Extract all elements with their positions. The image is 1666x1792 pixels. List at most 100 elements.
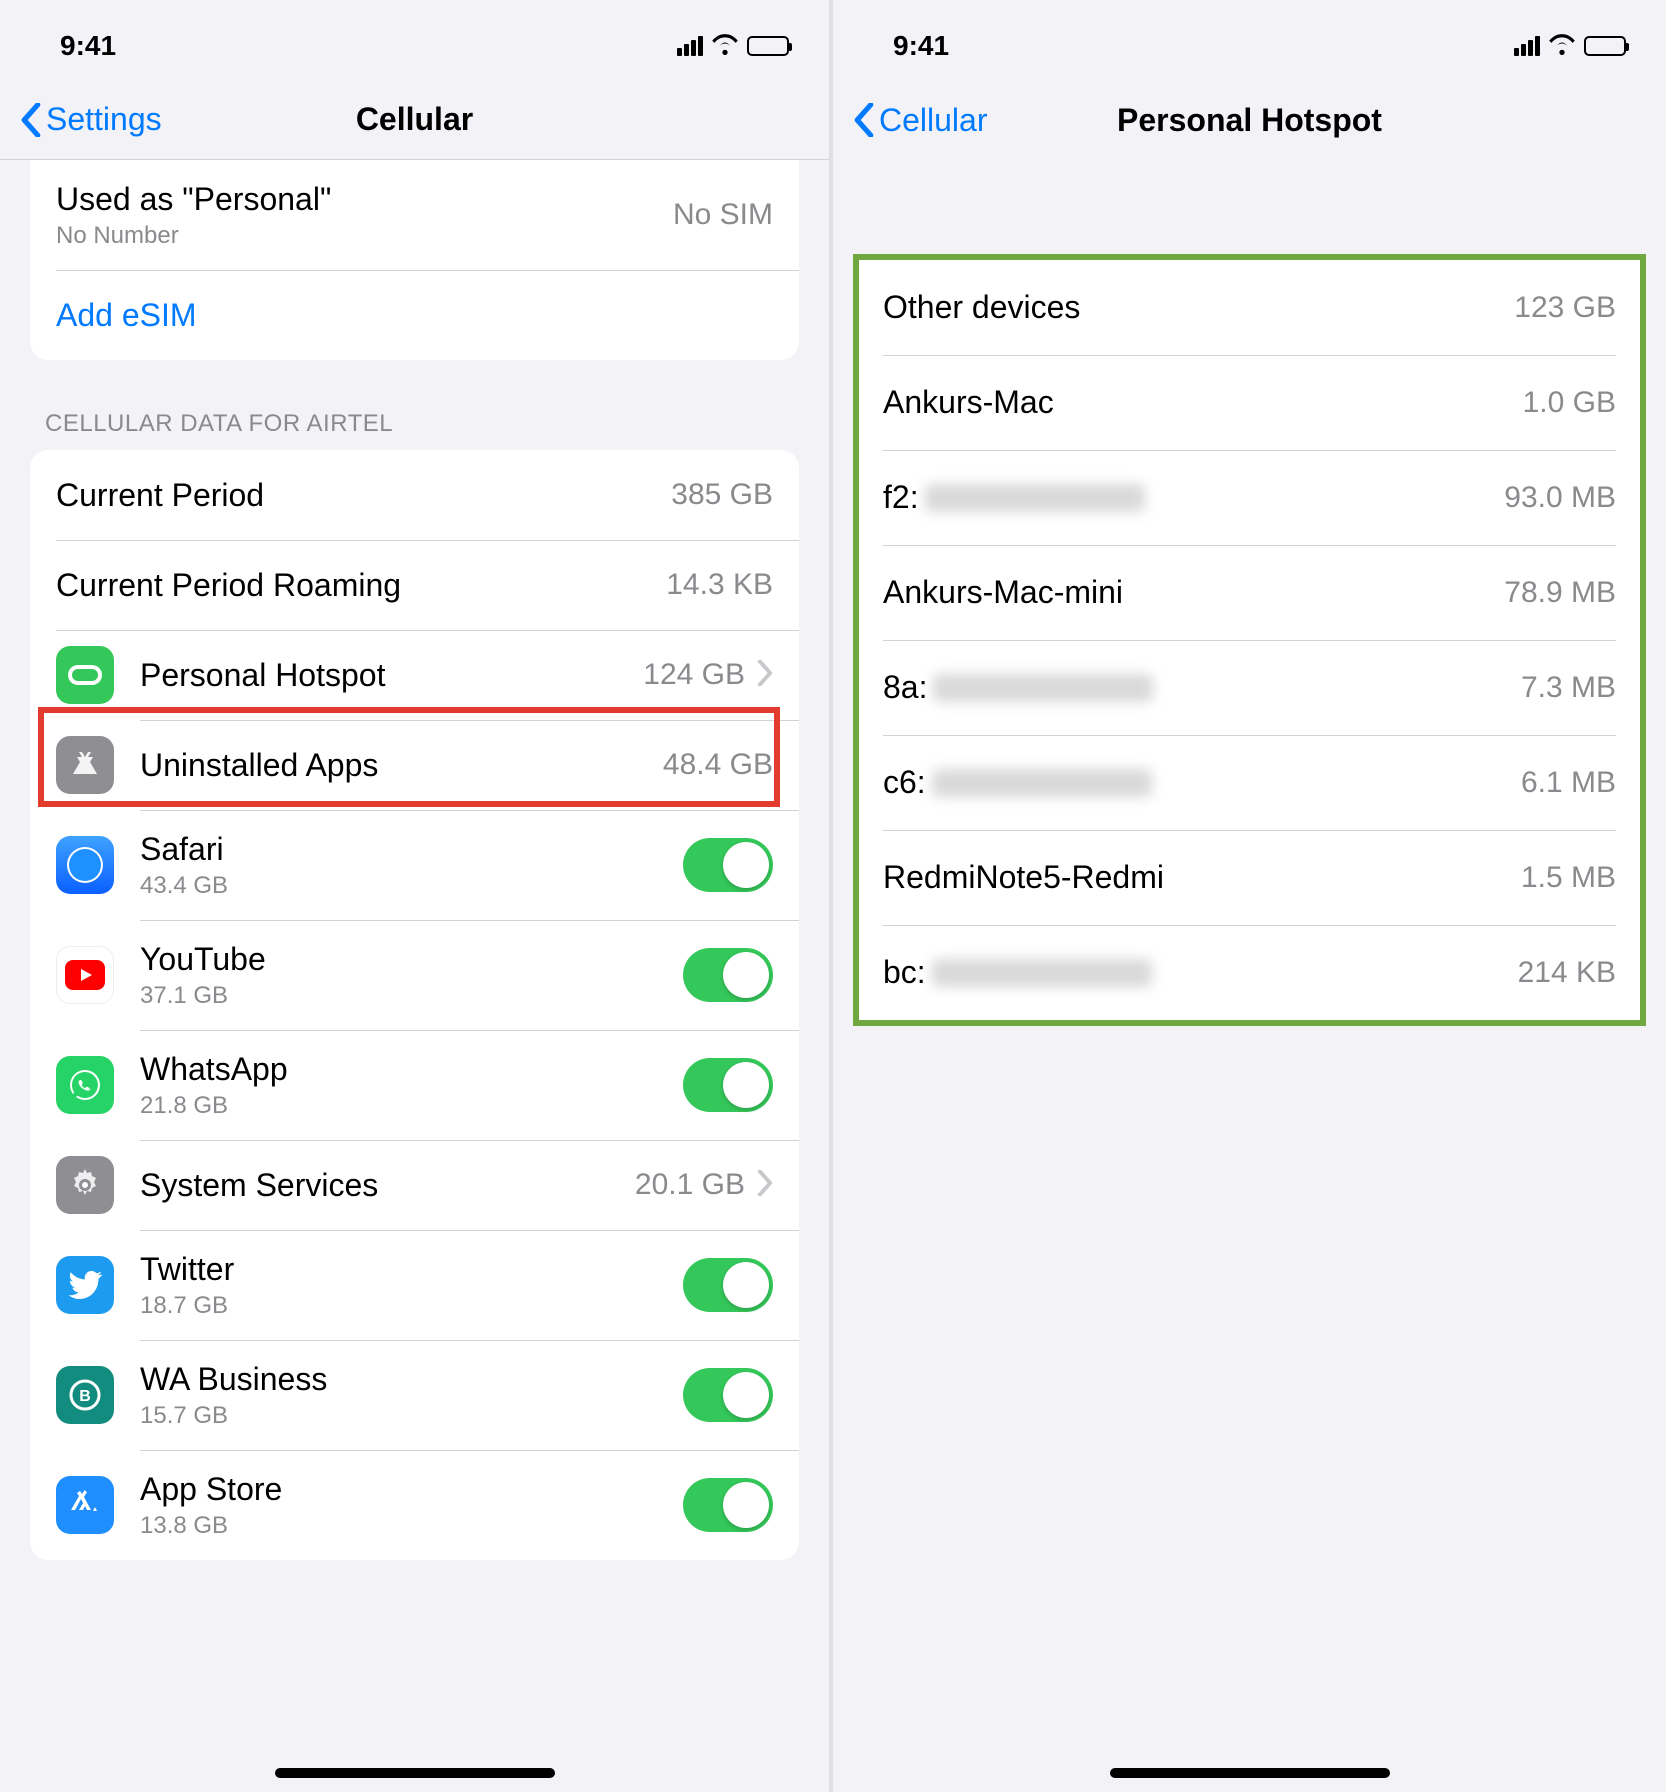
- personal-hotspot-icon: [56, 646, 114, 704]
- hotspot-devices-list: Other devices123 GBAnkurs-Mac1.0 GBf2:93…: [853, 260, 1646, 1020]
- status-time: 9:41: [893, 30, 949, 62]
- device-row[interactable]: 8a:7.3 MB: [853, 640, 1646, 735]
- add-esim-label: Add eSIM: [56, 297, 197, 334]
- row-value: 385 GB: [671, 478, 773, 512]
- redacted-text: [932, 959, 1152, 987]
- personal-hotspot-screen: 9:41 Cellular Personal Hotspot Other dev…: [833, 0, 1666, 1792]
- chevron-right-icon: [757, 660, 773, 691]
- back-label: Cellular: [879, 102, 987, 139]
- app-store-row[interactable]: App Store 13.8 GB: [30, 1450, 799, 1560]
- add-esim-button[interactable]: Add eSIM: [30, 270, 799, 360]
- device-row[interactable]: f2:93.0 MB: [853, 450, 1646, 545]
- chevron-left-icon: [853, 103, 875, 137]
- row-sub: 15.7 GB: [140, 1402, 683, 1430]
- device-name: c6:: [883, 764, 1521, 801]
- svg-text:B: B: [79, 1388, 91, 1405]
- sim-status: No SIM: [673, 198, 773, 232]
- page-title: Cellular: [356, 101, 473, 138]
- twitter-row[interactable]: Twitter 18.7 GB: [30, 1230, 799, 1340]
- safari-row[interactable]: Safari 43.4 GB: [30, 810, 799, 920]
- device-name: 8a:: [883, 669, 1521, 706]
- cellular-signal-icon: [1514, 36, 1540, 56]
- back-button[interactable]: Cellular: [853, 102, 987, 139]
- whatsapp-icon: [56, 1056, 114, 1114]
- row-value: 14.3 KB: [666, 568, 773, 602]
- status-time: 9:41: [60, 30, 116, 62]
- sim-row[interactable]: Used as "Personal" No Number No SIM: [30, 160, 799, 270]
- data-usage-list: Current Period 385 GB Current Period Roa…: [30, 450, 799, 1560]
- safari-icon: [56, 836, 114, 894]
- system-services-row[interactable]: System Services 20.1 GB: [30, 1140, 799, 1230]
- gear-icon: [56, 1156, 114, 1214]
- row-sub: 43.4 GB: [140, 872, 683, 900]
- nav-bar: Cellular Personal Hotspot: [833, 80, 1666, 160]
- home-indicator[interactable]: [1110, 1768, 1390, 1778]
- chevron-right-icon: [757, 1170, 773, 1201]
- row-label: Current Period Roaming: [56, 567, 401, 604]
- safari-toggle[interactable]: [683, 838, 773, 892]
- status-indicators: [1514, 30, 1626, 62]
- row-sub: 37.1 GB: [140, 982, 683, 1010]
- section-header: CELLULAR DATA FOR AIRTEL: [0, 360, 829, 450]
- row-label: WA Business: [140, 1361, 683, 1398]
- device-value: 1.5 MB: [1521, 861, 1616, 895]
- youtube-toggle[interactable]: [683, 948, 773, 1002]
- wa-business-row[interactable]: B WA Business 15.7 GB: [30, 1340, 799, 1450]
- device-row[interactable]: Ankurs-Mac1.0 GB: [853, 355, 1646, 450]
- wa-business-toggle[interactable]: [683, 1368, 773, 1422]
- row-value: 48.4 GB: [663, 748, 773, 782]
- app-store-toggle[interactable]: [683, 1478, 773, 1532]
- row-label: Uninstalled Apps: [140, 747, 378, 784]
- row-sub: 21.8 GB: [140, 1092, 683, 1120]
- whatsapp-row[interactable]: WhatsApp 21.8 GB: [30, 1030, 799, 1140]
- device-name: RedmiNote5-Redmi: [883, 859, 1521, 896]
- current-period-roaming-row[interactable]: Current Period Roaming 14.3 KB: [30, 540, 799, 630]
- personal-hotspot-row[interactable]: Personal Hotspot 124 GB: [30, 630, 799, 720]
- page-title: Personal Hotspot: [1117, 102, 1382, 139]
- status-bar: 9:41: [833, 0, 1666, 80]
- whatsapp-business-icon: B: [56, 1366, 114, 1424]
- sim-no-number: No Number: [56, 222, 673, 250]
- redacted-text: [933, 674, 1153, 702]
- back-button[interactable]: Settings: [20, 101, 162, 138]
- sim-group: Used as "Personal" No Number No SIM Add …: [30, 160, 799, 360]
- device-row[interactable]: Ankurs-Mac-mini78.9 MB: [853, 545, 1646, 640]
- row-value: 124 GB: [643, 658, 745, 692]
- cellular-settings-screen: 9:41 Settings Cellular Used as "Personal…: [0, 0, 833, 1792]
- whatsapp-toggle[interactable]: [683, 1058, 773, 1112]
- back-label: Settings: [46, 101, 162, 138]
- battery-icon: [747, 36, 789, 56]
- row-label: App Store: [140, 1471, 683, 1508]
- device-row[interactable]: RedmiNote5-Redmi1.5 MB: [853, 830, 1646, 925]
- home-indicator[interactable]: [275, 1768, 555, 1778]
- row-sub: 13.8 GB: [140, 1512, 683, 1540]
- device-name: f2:: [883, 479, 1504, 516]
- uninstalled-apps-icon: [56, 736, 114, 794]
- status-indicators: [677, 30, 789, 62]
- status-bar: 9:41: [0, 0, 829, 80]
- wifi-icon: [711, 30, 739, 62]
- row-label: Safari: [140, 831, 683, 868]
- battery-icon: [1584, 36, 1626, 56]
- app-store-icon: [56, 1476, 114, 1534]
- device-row[interactable]: bc:214 KB: [853, 925, 1646, 1020]
- youtube-row[interactable]: YouTube 37.1 GB: [30, 920, 799, 1030]
- device-name: Ankurs-Mac: [883, 384, 1523, 421]
- nav-bar: Settings Cellular: [0, 80, 829, 160]
- chevron-left-icon: [20, 103, 42, 137]
- twitter-toggle[interactable]: [683, 1258, 773, 1312]
- row-value: 20.1 GB: [635, 1168, 745, 1202]
- device-value: 78.9 MB: [1504, 576, 1616, 610]
- twitter-icon: [56, 1256, 114, 1314]
- row-sub: 18.7 GB: [140, 1292, 683, 1320]
- device-row[interactable]: c6:6.1 MB: [853, 735, 1646, 830]
- device-value: 7.3 MB: [1521, 671, 1616, 705]
- row-label: System Services: [140, 1167, 378, 1204]
- current-period-row[interactable]: Current Period 385 GB: [30, 450, 799, 540]
- row-label: WhatsApp: [140, 1051, 683, 1088]
- device-row[interactable]: Other devices123 GB: [853, 260, 1646, 355]
- redacted-text: [932, 769, 1152, 797]
- uninstalled-apps-row[interactable]: Uninstalled Apps 48.4 GB: [30, 720, 799, 810]
- row-label: YouTube: [140, 941, 683, 978]
- device-name: Other devices: [883, 289, 1514, 326]
